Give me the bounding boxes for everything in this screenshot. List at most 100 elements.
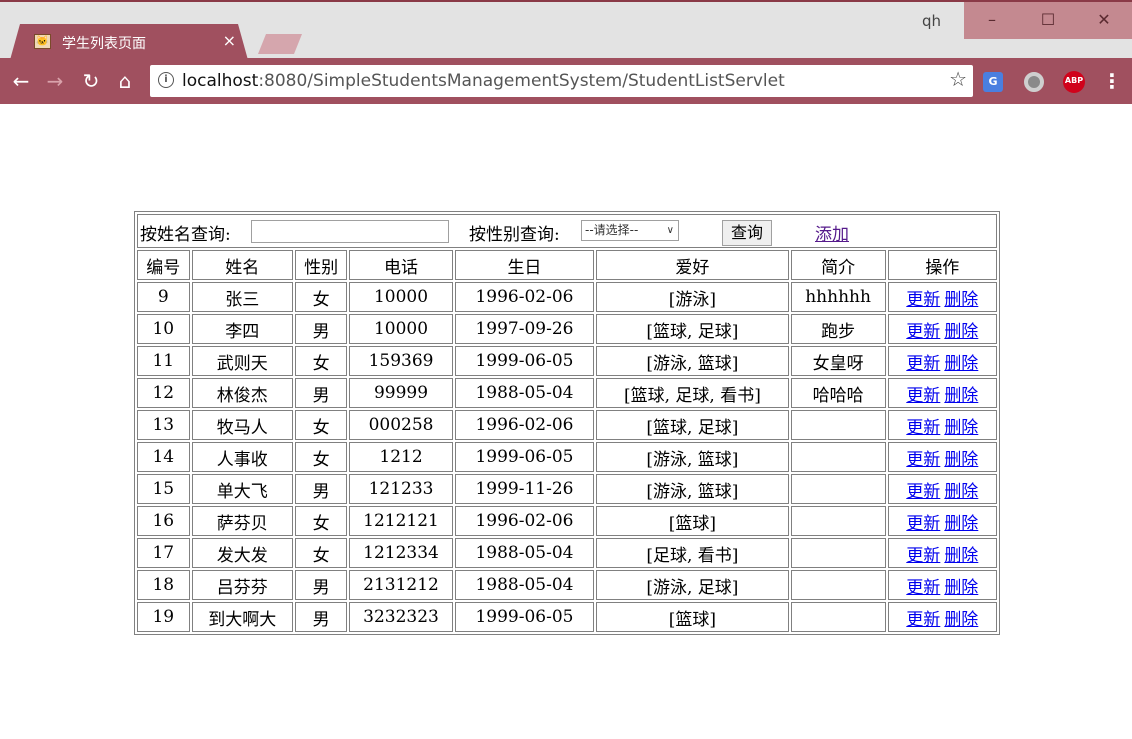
cell-actions: 更新 删除: [887, 538, 997, 568]
cell-name: 人事收: [191, 442, 293, 472]
cell-intro: 女皇呀: [790, 346, 886, 376]
close-window-button[interactable]: ✕: [1076, 2, 1132, 39]
gender-select-value: --请选择--: [585, 223, 639, 237]
url-text[interactable]: localhost:8080/SimpleStudentsManagementS…: [182, 71, 785, 91]
update-link[interactable]: 更新: [906, 610, 940, 630]
cell-phone: 1212: [349, 442, 453, 472]
search-cell: 按姓名查询: 按性别查询: --请选择-- ∨ 查询 添加: [137, 214, 997, 248]
cell-actions: 更新 删除: [887, 506, 997, 536]
cell-actions: 更新 删除: [887, 346, 997, 376]
back-arrow-icon[interactable]: ←: [8, 68, 34, 94]
chevron-down-icon: ∨: [666, 225, 674, 236]
cell-intro: [790, 570, 886, 600]
cell-id: 15: [137, 474, 190, 504]
minimize-button[interactable]: –: [964, 2, 1020, 39]
adblock-plus-icon[interactable]: ABP: [1063, 71, 1085, 93]
reload-icon[interactable]: ↻: [78, 68, 104, 94]
info-icon[interactable]: i: [158, 72, 174, 88]
gender-select[interactable]: --请选择-- ∨: [581, 220, 679, 241]
tab-close-icon[interactable]: ×: [223, 31, 236, 50]
cell-actions: 更新 删除: [887, 474, 997, 504]
cell-id: 19: [137, 602, 190, 632]
circle-extension-icon[interactable]: [1024, 72, 1044, 92]
delete-link[interactable]: 删除: [944, 322, 978, 342]
browser-tab[interactable]: 🐱 学生列表页面 ×: [10, 24, 248, 60]
update-link[interactable]: 更新: [906, 482, 940, 502]
update-link[interactable]: 更新: [906, 514, 940, 534]
cell-birthday: 1997-09-26: [454, 314, 595, 344]
cell-id: 18: [137, 570, 190, 600]
cell-actions: 更新 删除: [887, 378, 997, 408]
cell-birthday: 1999-06-05: [454, 602, 595, 632]
cell-name: 林俊杰: [191, 378, 293, 408]
cell-hobbies: [游泳, 篮球]: [596, 474, 789, 504]
home-icon[interactable]: ⌂: [112, 68, 138, 94]
cell-phone: 1212334: [349, 538, 453, 568]
cell-birthday: 1996-02-06: [454, 410, 595, 440]
cell-gender: 男: [294, 602, 348, 632]
search-bar: 按姓名查询: 按性别查询: --请选择-- ∨ 查询 添加: [138, 215, 996, 247]
delete-link[interactable]: 删除: [944, 386, 978, 406]
add-student-link[interactable]: 添加: [815, 220, 849, 245]
cell-hobbies: [游泳, 足球]: [596, 570, 789, 600]
cell-birthday: 1996-02-06: [454, 282, 595, 312]
delete-link[interactable]: 删除: [944, 354, 978, 374]
update-link[interactable]: 更新: [906, 578, 940, 598]
cell-name: 武则天: [191, 346, 293, 376]
update-link[interactable]: 更新: [906, 322, 940, 342]
translate-icon[interactable]: G: [983, 72, 1003, 92]
search-row: 按姓名查询: 按性别查询: --请选择-- ∨ 查询 添加: [137, 214, 997, 248]
cell-phone: 159369: [349, 346, 453, 376]
update-link[interactable]: 更新: [906, 386, 940, 406]
cell-birthday: 1988-05-04: [454, 538, 595, 568]
new-tab-button[interactable]: [258, 34, 302, 54]
cell-id: 9: [137, 282, 190, 312]
cell-gender: 女: [294, 282, 348, 312]
update-link[interactable]: 更新: [906, 546, 940, 566]
cell-phone: 2131212: [349, 570, 453, 600]
cell-intro: 跑步: [790, 314, 886, 344]
bookmark-star-icon[interactable]: ☆: [949, 67, 967, 91]
update-link[interactable]: 更新: [906, 418, 940, 438]
maximize-button[interactable]: ☐: [1020, 2, 1076, 39]
delete-link[interactable]: 删除: [944, 514, 978, 534]
kebab-menu-icon[interactable]: ⋮: [1102, 70, 1122, 92]
name-search-input[interactable]: [251, 220, 449, 243]
cell-gender: 女: [294, 442, 348, 472]
cell-phone: 1212121: [349, 506, 453, 536]
table-row: 11 武则天女 159369 1999-06-05 [游泳, 篮球] 女皇呀 更新 删除: [137, 346, 997, 376]
update-link[interactable]: 更新: [906, 450, 940, 470]
cell-id: 16: [137, 506, 190, 536]
cell-intro: [790, 538, 886, 568]
cell-hobbies: [游泳, 篮球]: [596, 346, 789, 376]
delete-link[interactable]: 删除: [944, 290, 978, 310]
update-link[interactable]: 更新: [906, 290, 940, 310]
cell-gender: 女: [294, 538, 348, 568]
address-bar[interactable]: i localhost:8080/SimpleStudentsManagemen…: [150, 65, 973, 97]
cell-gender: 男: [294, 474, 348, 504]
delete-link[interactable]: 删除: [944, 418, 978, 438]
query-button[interactable]: 查询: [722, 220, 772, 246]
delete-link[interactable]: 删除: [944, 482, 978, 502]
profile-name[interactable]: qh: [922, 12, 941, 30]
table-row: 13 牧马人女 000258 1996-02-06 [篮球, 足球] 更新 删除: [137, 410, 997, 440]
tab-title: 学生列表页面: [62, 36, 146, 52]
delete-link[interactable]: 删除: [944, 546, 978, 566]
delete-link[interactable]: 删除: [944, 578, 978, 598]
cell-id: 14: [137, 442, 190, 472]
update-link[interactable]: 更新: [906, 354, 940, 374]
delete-link[interactable]: 删除: [944, 610, 978, 630]
cell-birthday: 1999-11-26: [454, 474, 595, 504]
browser-toolbar: ← → ↻ ⌂ i localhost:8080/SimpleStudentsM…: [0, 58, 1132, 104]
forward-arrow-icon[interactable]: →: [42, 68, 68, 94]
cell-actions: 更新 删除: [887, 442, 997, 472]
browser-titlebar: 🐱 学生列表页面 × qh – ☐ ✕: [0, 0, 1132, 60]
header-hobbies: 爱好: [596, 250, 789, 280]
table-row: 10 李四男 10000 1997-09-26 [篮球, 足球] 跑步 更新 删除: [137, 314, 997, 344]
cell-birthday: 1999-06-05: [454, 442, 595, 472]
table-row: 16 萨芬贝女 1212121 1996-02-06 [篮球] 更新 删除: [137, 506, 997, 536]
cell-id: 10: [137, 314, 190, 344]
cell-gender: 男: [294, 314, 348, 344]
cell-hobbies: [足球, 看书]: [596, 538, 789, 568]
delete-link[interactable]: 删除: [944, 450, 978, 470]
